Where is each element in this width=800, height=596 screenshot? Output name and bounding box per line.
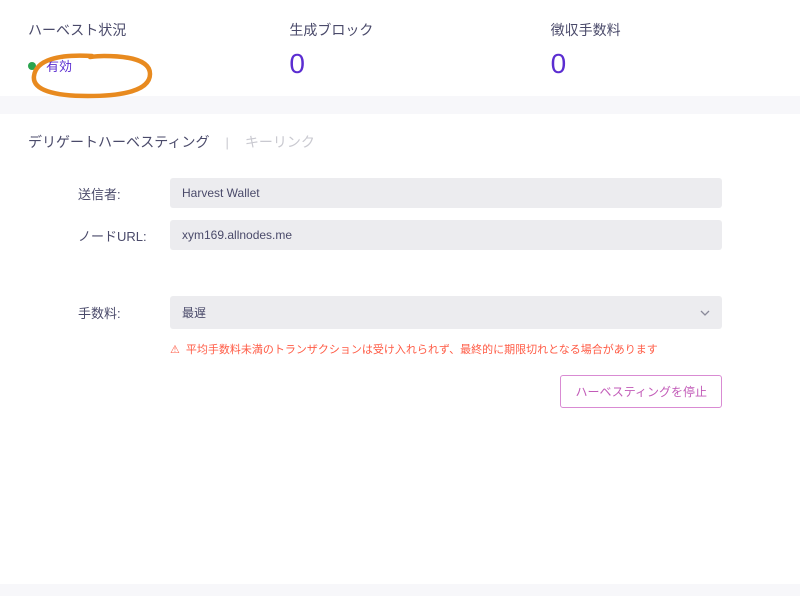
fee-warning: ⚠ 平均手数料未満のトランザクションは受け入れられず、最終的に期限切れとなる場合… — [170, 341, 722, 357]
tabs: デリゲートハーベスティング | キーリンク — [28, 132, 772, 152]
form-body: 送信者: Harvest Wallet ノードURL: xym169.allno… — [28, 178, 772, 408]
stats-panel: ハーベスト状況 有効 生成ブロック 0 徴収手数料 0 — [0, 0, 800, 96]
fees-label: 徴収手数料 — [551, 20, 621, 40]
row-sender: 送信者: Harvest Wallet — [78, 178, 722, 208]
stat-harvest-status: ハーベスト状況 有効 — [28, 20, 249, 78]
node-url-field[interactable]: xym169.allnodes.me — [170, 220, 722, 250]
fees-value: 0 — [551, 50, 567, 78]
node-url-value: xym169.allnodes.me — [182, 228, 292, 242]
fee-value: 最遅 — [182, 306, 206, 320]
tab-delegated-harvesting[interactable]: デリゲートハーベスティング — [28, 132, 209, 152]
stop-harvesting-button[interactable]: ハーベスティングを停止 — [560, 375, 722, 408]
status-row: 有効 — [28, 56, 72, 75]
actions-row: ハーベスティングを停止 — [78, 375, 722, 408]
sender-field[interactable]: Harvest Wallet — [170, 178, 722, 208]
tab-separator: | — [225, 135, 228, 150]
blocks-label: 生成ブロック — [289, 20, 373, 40]
fee-warning-text: 平均手数料未満のトランザクションは受け入れられず、最終的に期限切れとなる場合があ… — [186, 341, 658, 357]
node-url-label: ノードURL: — [78, 226, 170, 245]
fee-label: 手数料: — [78, 303, 170, 322]
row-fee: 手数料: 最遅 — [78, 296, 722, 329]
chevron-down-icon — [700, 310, 710, 316]
tab-keylink[interactable]: キーリンク — [245, 132, 315, 152]
warning-triangle-icon: ⚠ — [170, 343, 180, 356]
panel-gap — [0, 96, 800, 114]
fee-select[interactable]: 最遅 — [170, 296, 722, 329]
stat-fees: 徴収手数料 0 — [511, 20, 772, 78]
form-panel: デリゲートハーベスティング | キーリンク 送信者: Harvest Walle… — [0, 114, 800, 584]
sender-value: Harvest Wallet — [182, 186, 260, 200]
row-node-url: ノードURL: xym169.allnodes.me — [78, 220, 722, 250]
form-spacer — [78, 262, 722, 296]
blocks-value: 0 — [289, 50, 305, 78]
status-text: 有効 — [46, 56, 72, 75]
stat-blocks: 生成ブロック 0 — [249, 20, 510, 78]
sender-label: 送信者: — [78, 184, 170, 203]
status-dot-icon — [28, 62, 36, 70]
harvest-status-label: ハーベスト状況 — [28, 20, 126, 40]
